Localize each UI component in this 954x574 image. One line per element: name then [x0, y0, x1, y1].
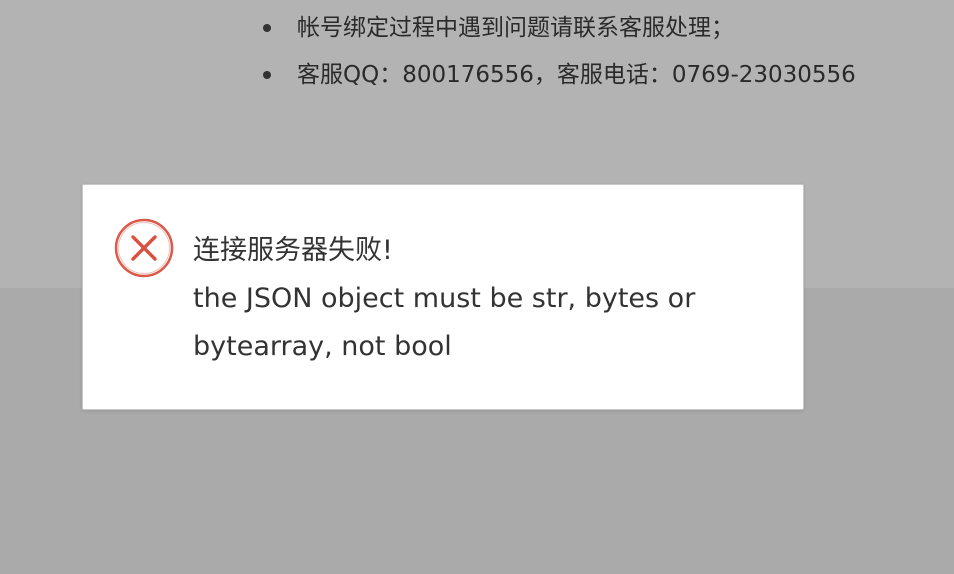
dialog-title: 连接服务器失败!	[193, 235, 393, 266]
error-circle-x-icon	[113, 217, 175, 279]
notice-item-contact: 客服QQ：800176556，客服电话：0769-23030556	[262, 55, 856, 102]
notice-item-text: 帐号绑定过程中遇到问题请联系客服处理；	[297, 15, 734, 41]
notice-item-text: 客服QQ：800176556，客服电话：0769-23030556	[297, 62, 856, 88]
bullet-icon	[263, 71, 271, 79]
notice-item-account-binding: 帐号绑定过程中遇到问题请联系客服处理；	[262, 8, 856, 55]
dialog-error-detail: the JSON object must be str, bytes or by…	[193, 283, 696, 362]
notice-list: 帐号绑定过程中遇到问题请联系客服处理； 客服QQ：800176556，客服电话：…	[262, 8, 856, 102]
error-dialog: 连接服务器失败! the JSON object must be str, by…	[82, 184, 804, 410]
bullet-icon	[263, 24, 271, 32]
dialog-message: 连接服务器失败! the JSON object must be str, by…	[193, 227, 783, 371]
